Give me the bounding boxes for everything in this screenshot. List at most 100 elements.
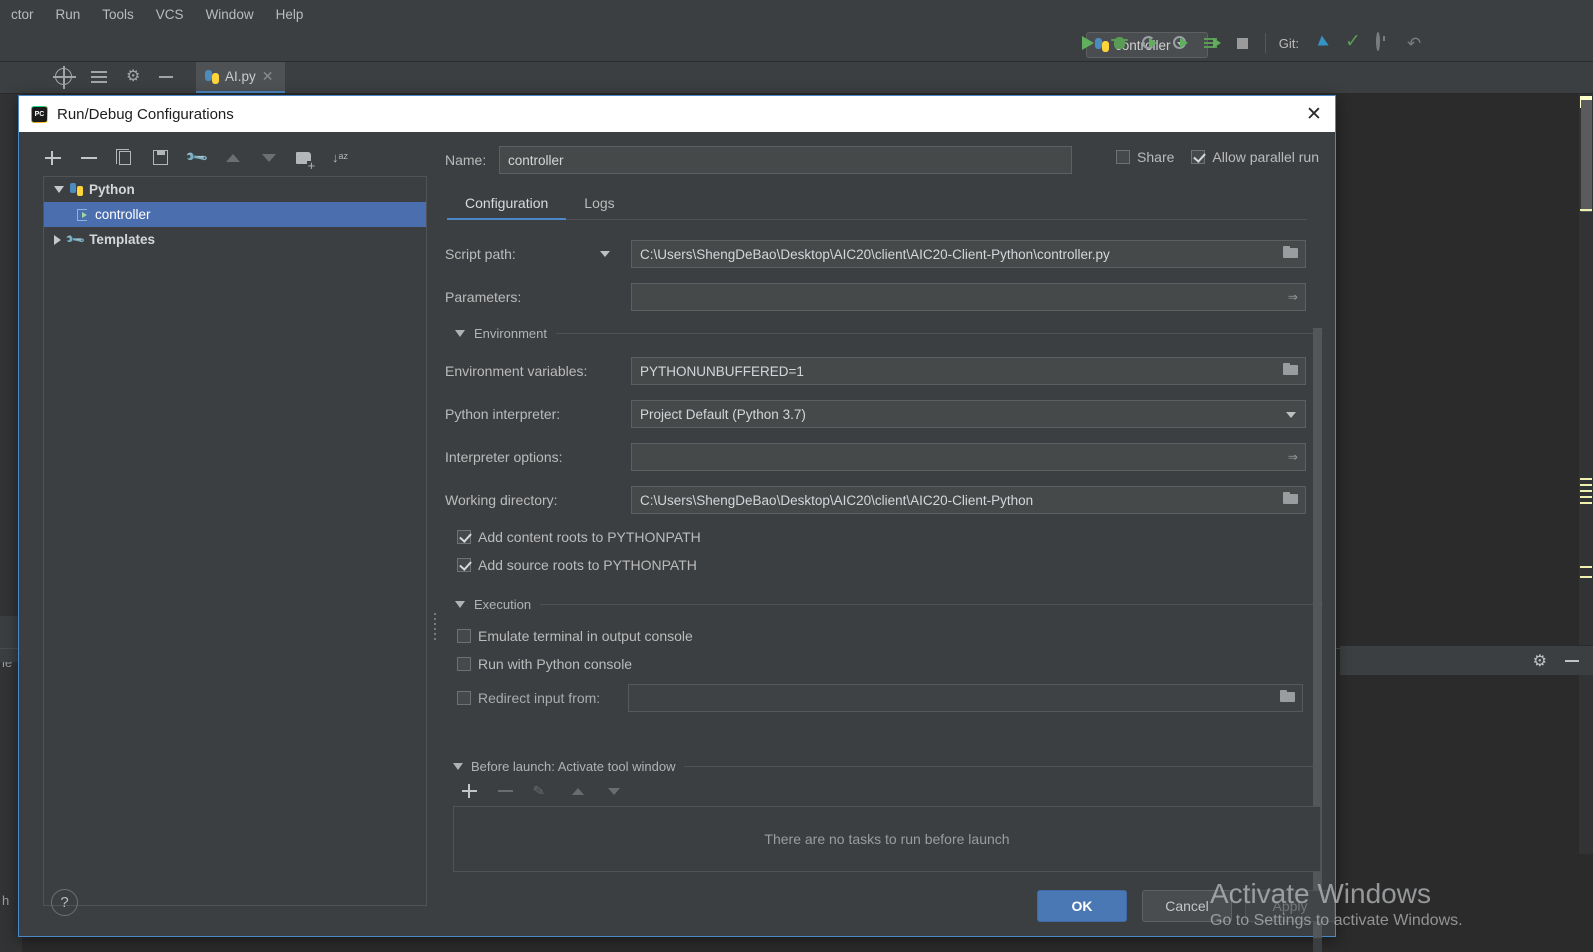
share-checkbox[interactable]: Share: [1116, 149, 1174, 165]
edit-templates-wrench-icon[interactable]: 🔧: [187, 148, 207, 168]
add-task-icon[interactable]: [461, 782, 479, 800]
tool-window-gear-icon[interactable]: ⚙: [1533, 651, 1547, 671]
collapse-all-icon[interactable]: [91, 69, 107, 85]
script-path-row: Script path: C:\Users\ShengDeBao\Desktop…: [445, 240, 1323, 268]
git-rollback-icon[interactable]: ↶: [1407, 34, 1425, 52]
tool-window-header: ⚙: [1340, 645, 1593, 675]
git-update-icon[interactable]: [1314, 34, 1332, 52]
redirect-input-label: Redirect input from:: [478, 690, 628, 706]
menu-item-help[interactable]: Help: [265, 4, 315, 25]
add-content-roots-label: Add content roots to PYTHONPATH: [478, 529, 701, 545]
script-path-input[interactable]: C:\Users\ShengDeBao\Desktop\AIC20\client…: [631, 240, 1306, 268]
run-with-python-console-checkbox[interactable]: Run with Python console: [457, 656, 1323, 672]
emulate-terminal-checkbox[interactable]: Emulate terminal in output console: [457, 628, 1323, 644]
stop-icon[interactable]: [1234, 34, 1252, 52]
add-content-roots-checkbox[interactable]: Add content roots to PYTHONPATH: [457, 529, 1323, 545]
configuration-form: Script path: C:\Users\ShengDeBao\Desktop…: [445, 240, 1323, 712]
save-configuration-icon[interactable]: [151, 148, 171, 168]
add-configuration-icon[interactable]: [43, 148, 63, 168]
checkbox-box: [457, 657, 471, 671]
close-icon[interactable]: ✕: [1303, 103, 1325, 125]
chevron-down-icon[interactable]: [455, 330, 465, 337]
sort-alphabetically-icon[interactable]: ↓ᵃᶻ: [331, 148, 351, 168]
tree-node-python[interactable]: Python: [44, 177, 426, 202]
parameters-input[interactable]: ⇗: [631, 283, 1306, 311]
tab-logs[interactable]: Logs: [566, 188, 632, 219]
editor-scrollbar-thumb[interactable]: [1581, 100, 1592, 212]
browse-folder-icon[interactable]: [1280, 690, 1295, 705]
script-path-mode-chevron-icon[interactable]: [600, 251, 610, 257]
debug-icon[interactable]: [1110, 34, 1128, 52]
remove-task-icon: [497, 782, 515, 800]
menu-item-refactor[interactable]: ctor: [0, 4, 45, 25]
tree-node-templates[interactable]: 🔧 Templates: [44, 227, 426, 252]
locate-file-icon[interactable]: [55, 68, 72, 85]
chevron-down-icon[interactable]: [54, 186, 64, 193]
before-launch-label: Before launch: Activate tool window: [471, 759, 676, 774]
hide-icon[interactable]: [159, 76, 173, 78]
browse-folder-icon[interactable]: [1283, 246, 1298, 261]
expand-editor-icon[interactable]: ⇗: [1288, 289, 1298, 304]
marker-line-4: [1580, 490, 1592, 492]
cancel-button[interactable]: Cancel: [1142, 890, 1232, 922]
before-launch-empty-message: There are no tasks to run before launch: [764, 831, 1009, 847]
run-with-parameters-icon[interactable]: [1203, 34, 1221, 52]
environment-variables-input[interactable]: PYTHONUNBUFFERED=1: [631, 357, 1306, 385]
tree-node-controller[interactable]: controller: [44, 202, 426, 227]
run-configuration-icon: [76, 208, 89, 221]
menu-item-window[interactable]: Window: [195, 4, 265, 25]
menu-item-run[interactable]: Run: [45, 4, 92, 25]
panel-splitter-handle[interactable]: [431, 602, 439, 650]
ide-tab-bar: ⚙ AI.py ✕: [0, 62, 1593, 94]
python-interpreter-combobox[interactable]: Project Default (Python 3.7): [631, 400, 1306, 428]
name-input[interactable]: [499, 146, 1072, 174]
git-commit-icon[interactable]: ✓: [1345, 34, 1363, 52]
wrench-icon: 🔧: [64, 228, 87, 251]
python-file-icon: [205, 70, 219, 84]
gear-icon[interactable]: ⚙: [126, 69, 140, 85]
copy-configuration-icon[interactable]: [115, 148, 135, 168]
tool-window-minimize-icon[interactable]: [1565, 660, 1579, 662]
allow-parallel-run-label: Allow parallel run: [1212, 149, 1319, 165]
before-launch-task-list[interactable]: There are no tasks to run before launch: [453, 806, 1321, 872]
marker-line-5: [1580, 496, 1592, 498]
move-up-icon[interactable]: [223, 148, 243, 168]
profile-icon[interactable]: [1172, 34, 1190, 52]
browse-folder-icon[interactable]: [1283, 363, 1298, 378]
name-row-checkboxes: Share Allow parallel run: [1116, 149, 1319, 165]
ok-button[interactable]: OK: [1037, 890, 1127, 922]
interpreter-options-input[interactable]: ⇗: [631, 443, 1306, 471]
expand-editor-icon[interactable]: ⇗: [1288, 449, 1298, 464]
editor-tab-ai-py[interactable]: AI.py ✕: [196, 62, 285, 93]
allow-parallel-run-checkbox[interactable]: Allow parallel run: [1191, 149, 1319, 165]
run-with-python-console-label: Run with Python console: [478, 656, 632, 672]
execution-section-header[interactable]: Execution: [455, 597, 1323, 612]
add-source-roots-checkbox[interactable]: Add source roots to PYTHONPATH: [457, 557, 1323, 573]
chevron-down-icon[interactable]: [455, 601, 465, 608]
menu-item-vcs[interactable]: VCS: [145, 4, 195, 25]
redirect-input-field[interactable]: [628, 684, 1303, 712]
marker-line-2: [1580, 478, 1592, 480]
new-folder-icon[interactable]: [295, 148, 315, 168]
run-coverage-icon[interactable]: [1141, 34, 1159, 52]
git-history-icon[interactable]: [1376, 34, 1394, 52]
run-icon[interactable]: [1079, 34, 1097, 52]
checkbox-box: [457, 629, 471, 643]
ide-toolbar: controller Git: ✓ ↶: [0, 28, 1593, 62]
environment-section-header[interactable]: Environment: [455, 326, 1323, 341]
before-launch-header[interactable]: Before launch: Activate tool window: [453, 759, 1321, 774]
environment-variables-label: Environment variables:: [445, 363, 631, 379]
chevron-right-icon[interactable]: [54, 235, 61, 245]
menu-item-tools[interactable]: Tools: [91, 4, 145, 25]
remove-configuration-icon[interactable]: [79, 148, 99, 168]
redirect-input-checkbox[interactable]: Redirect input from:: [457, 690, 628, 706]
environment-section-label: Environment: [474, 326, 547, 341]
move-down-icon[interactable]: [259, 148, 279, 168]
project-tool-icons: ⚙: [55, 68, 173, 85]
configurations-tree[interactable]: Python controller 🔧 Templates: [43, 176, 427, 906]
browse-folder-icon[interactable]: [1283, 492, 1298, 507]
chevron-down-icon[interactable]: [453, 763, 463, 770]
close-icon[interactable]: ✕: [262, 68, 274, 85]
tab-configuration[interactable]: Configuration: [447, 188, 566, 219]
working-directory-input[interactable]: C:\Users\ShengDeBao\Desktop\AIC20\client…: [631, 486, 1306, 514]
